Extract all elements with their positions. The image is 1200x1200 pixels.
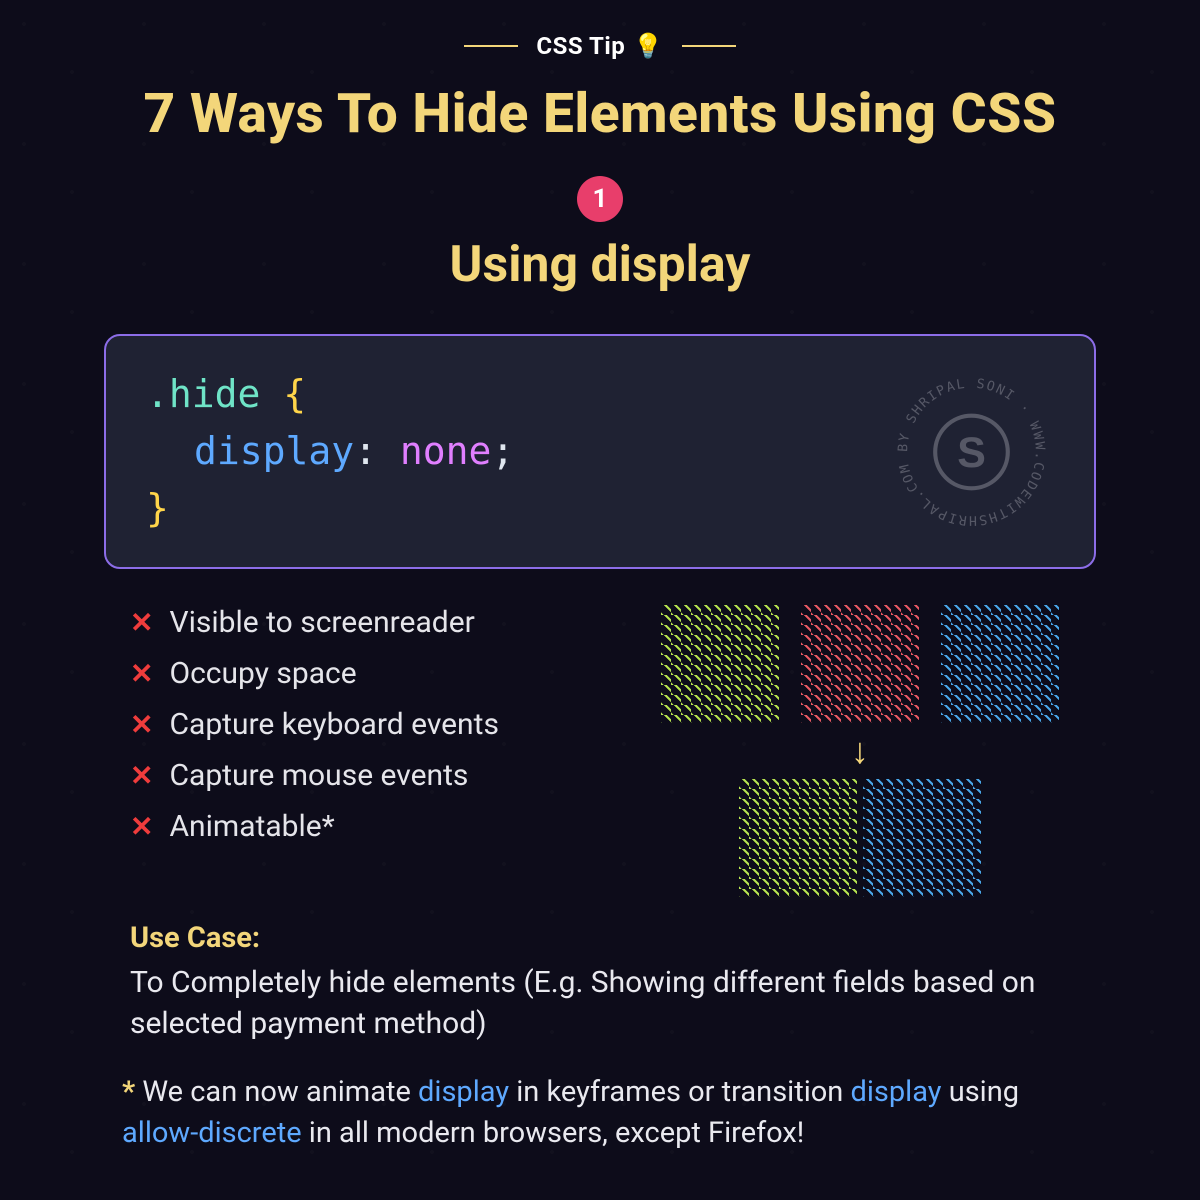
feature-item: ✕ Animatable* <box>130 809 610 844</box>
feature-item: ✕ Occupy space <box>130 656 610 691</box>
subtitle: Using display <box>60 236 1140 294</box>
footnote-text: We can now animate <box>142 1075 418 1109</box>
code-property: display <box>194 429 354 473</box>
feature-item: ✕ Capture mouse events <box>130 758 610 793</box>
cross-icon: ✕ <box>130 759 153 792</box>
feature-list: ✕ Visible to screenreader ✕ Occupy space… <box>130 605 610 897</box>
footnote-text: using <box>942 1075 1020 1109</box>
feature-label: Visible to screenreader <box>169 605 474 640</box>
cross-icon: ✕ <box>130 708 153 741</box>
kicker-row: CSS Tip 💡 <box>60 32 1140 60</box>
footnote-keyword: allow-discrete <box>122 1116 302 1150</box>
cross-icon: ✕ <box>130 657 153 690</box>
footnote-star: * <box>122 1075 135 1109</box>
demo-box-red <box>801 605 919 723</box>
footnote-text: in keyframes or transition <box>509 1075 850 1109</box>
usecase-label: Use Case: <box>130 921 1070 955</box>
page-title: 7 Ways To Hide Elements Using CSS <box>60 82 1140 146</box>
footnote-text: in all modern browsers, except Firefox! <box>302 1116 805 1150</box>
cross-icon: ✕ <box>130 606 153 639</box>
feature-item: ✕ Capture keyboard events <box>130 707 610 742</box>
kicker-line-left <box>464 45 518 47</box>
demo-box-blue <box>941 605 1059 723</box>
cross-icon: ✕ <box>130 810 153 843</box>
code-value: none <box>400 429 492 473</box>
step-number-badge: 1 <box>577 176 623 222</box>
feature-label: Capture keyboard events <box>169 707 498 742</box>
usecase-text: To Completely hide elements (E.g. Showin… <box>130 963 1070 1044</box>
demo-row-after <box>739 779 981 897</box>
demo-box-blue <box>863 779 981 897</box>
kicker-label: CSS Tip 💡 <box>536 32 663 60</box>
code-selector: .hide <box>146 372 260 416</box>
feature-item: ✕ Visible to screenreader <box>130 605 610 640</box>
code-brace-close: } <box>146 486 169 530</box>
feature-label: Occupy space <box>169 656 356 691</box>
demo-visualization: ↓ <box>650 605 1070 897</box>
feature-label: Capture mouse events <box>169 758 468 793</box>
code-brace-open: { <box>283 372 306 416</box>
code-block: .hide { display: none; } BY SHRIPAL SONI… <box>104 334 1096 569</box>
author-watermark: BY SHRIPAL SONI · WWW.CODEWITHSHRIPAL.CO… <box>889 369 1054 534</box>
lightbulb-icon: 💡 <box>633 32 663 60</box>
kicker-line-right <box>682 45 736 47</box>
footnote: * We can now animate display in keyframe… <box>122 1072 1078 1153</box>
feature-label: Animatable* <box>169 809 334 844</box>
kicker-text: CSS Tip <box>536 32 625 60</box>
watermark-glyph: S <box>957 428 986 476</box>
demo-box-green <box>661 605 779 723</box>
footnote-keyword: display <box>418 1075 509 1109</box>
demo-box-green <box>739 779 857 897</box>
demo-row-before <box>661 605 1059 723</box>
arrow-down-icon: ↓ <box>851 733 869 769</box>
footnote-keyword: display <box>851 1075 942 1109</box>
usecase-section: Use Case: To Completely hide elements (E… <box>130 921 1070 1044</box>
